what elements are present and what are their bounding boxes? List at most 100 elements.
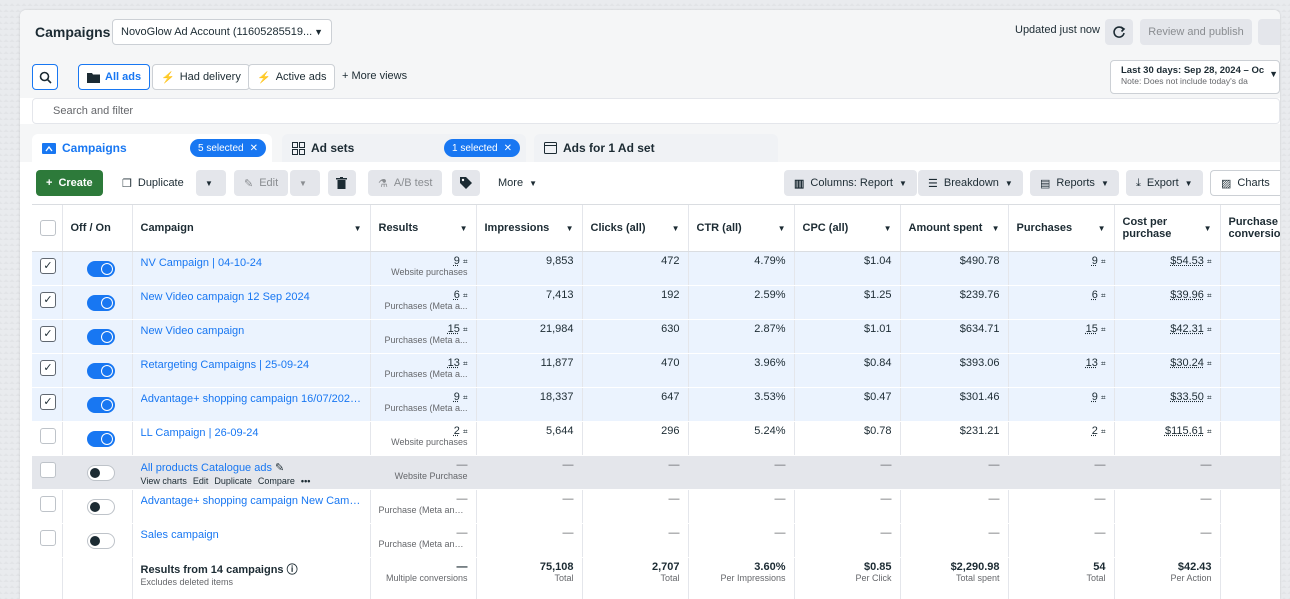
impressions-cell: 21,984 (476, 319, 583, 354)
campaign-toggle[interactable] (86, 430, 115, 447)
create-button[interactable]: + Create (36, 170, 103, 196)
date-range-picker[interactable]: Last 30 days: Sep 28, 2024 – Oc Note: Do… (1110, 60, 1280, 94)
tab-ad-sets[interactable]: Ad sets 1 selected ✕ (282, 134, 526, 162)
campaign-toggle[interactable] (86, 498, 115, 515)
amount-spent-value: $231.21 (959, 424, 1000, 437)
row-checkbox[interactable]: ✓ (40, 257, 56, 274)
campaign-name-link[interactable]: New Video campaign (141, 325, 362, 337)
tab-ads[interactable]: Ads for 1 Ad set (534, 134, 778, 162)
duplicate-link[interactable]: Duplicate (214, 476, 252, 486)
campaign-name-link[interactable]: Sales campaign (141, 529, 362, 541)
checkbox-cell: ✓ (32, 319, 63, 354)
table-row[interactable]: ✓ Advantage+ shopping campaign 16/07/2024… (32, 387, 1280, 422)
campaign-name-link[interactable]: Advantage+ shopping campaign 16/07/2024 … (141, 393, 362, 405)
duplicate-dropdown[interactable]: ▼ (196, 170, 226, 196)
col-ctr[interactable]: CTR (all) ▼ (688, 205, 795, 252)
charts-button[interactable]: ▨ Charts (1210, 170, 1280, 196)
col-purchase-conversion[interactable]: Purchase conversion (1220, 205, 1280, 252)
view-charts-link[interactable]: View charts (141, 476, 187, 486)
campaign-name-link[interactable]: Retargeting Campaigns | 25-09-24 (141, 359, 362, 371)
campaign-toggle[interactable] (86, 328, 115, 345)
col-amount-spent[interactable]: Amount spent ▼ (900, 205, 1009, 252)
totals-amount-value: $2,290.98 (950, 560, 1000, 573)
row-checkbox[interactable]: ✓ (40, 291, 56, 308)
table-row[interactable]: ✓ Retargeting Campaigns | 25-09-24 13 ⌗ Pur… (32, 353, 1280, 388)
ab-test-button[interactable]: ⚗ A/B test (368, 170, 443, 196)
col-clicks[interactable]: Clicks (all) ▼ (582, 205, 689, 252)
info-icon[interactable]: ⓘ (287, 564, 298, 576)
campaigns-selected-chip[interactable]: 5 selected ✕ (190, 139, 266, 157)
review-publish-button[interactable]: Review and publish (1140, 19, 1252, 45)
campaign-toggle[interactable] (86, 362, 115, 379)
table-row[interactable]: ✓ New Video campaign 15 ⌗ Purchases (Meta a… (32, 319, 1280, 354)
duplicate-button[interactable]: ❐ Duplicate (112, 170, 194, 196)
table-row[interactable]: ✓ NV Campaign | 04-10-24 9 ⌗ Website purcha… (32, 251, 1280, 286)
columns-button[interactable]: ▥ Columns: Report ▼ (784, 170, 917, 196)
tab-campaigns[interactable]: Campaigns 5 selected ✕ (32, 134, 272, 162)
col-cost-per-purchase[interactable]: Cost per purchase ▼ (1114, 205, 1221, 252)
table-row[interactable]: Sales campaign — Purchase (Meta and w... — —… (32, 523, 1280, 558)
account-selector[interactable]: NovoGlow Ad Account (11605285519... ▼ (112, 19, 332, 45)
col-cpc[interactable]: CPC (all) ▼ (794, 205, 901, 252)
row-checkbox[interactable] (40, 529, 56, 546)
edit-link[interactable]: Edit (193, 476, 209, 486)
view-had-delivery[interactable]: ⚡ Had delivery (152, 64, 250, 90)
view-all-ads[interactable]: All ads (78, 64, 151, 90)
results-type: Purchases (Meta a... (384, 402, 468, 413)
campaign-toggle[interactable] (86, 294, 115, 311)
row-checkbox[interactable]: ✓ (40, 393, 56, 410)
view-active-ads[interactable]: ⚡ Active ads (248, 64, 336, 90)
table-row[interactable]: ✓ New Video campaign 12 Sep 2024 6 ⌗ Purcha… (32, 285, 1280, 320)
reports-button[interactable]: ▤ Reports ▼ (1030, 170, 1119, 196)
date-range-label: Last 30 days: Sep 28, 2024 – Oc (1121, 65, 1265, 76)
campaign-toggle[interactable] (86, 396, 115, 413)
table-row[interactable]: All products Catalogue ads ✎ View charts E… (32, 455, 1280, 490)
edit-dropdown[interactable]: ▼ (290, 170, 320, 196)
search-filter-input[interactable]: Search and filter (32, 98, 1280, 124)
select-all-checkbox[interactable] (40, 219, 56, 236)
adsets-selected-chip[interactable]: 1 selected ✕ (444, 139, 520, 157)
clicks-value: 192 (661, 288, 680, 301)
close-icon[interactable]: ✕ (250, 143, 258, 154)
campaign-toggle[interactable] (86, 532, 115, 549)
results-cell: 15 ⌗ Purchases (Meta a... (370, 319, 477, 354)
impressions-value: — (562, 458, 574, 471)
campaign-name-link[interactable]: Advantage+ shopping campaign New Campaig… (141, 495, 362, 507)
export-button[interactable]: ⤓ Export ▼ (1126, 170, 1203, 196)
chart-icon: ▨ (1221, 177, 1232, 190)
campaign-name-link[interactable]: LL Campaign | 26-09-24 (141, 427, 362, 439)
row-checkbox[interactable]: ✓ (40, 325, 56, 342)
row-checkbox[interactable] (40, 495, 56, 512)
table-row[interactable]: Advantage+ shopping campaign New Campaig… (32, 489, 1280, 524)
col-impressions[interactable]: Impressions ▼ (476, 205, 583, 252)
edit-button[interactable]: ✎ Edit (234, 170, 289, 196)
col-purchases[interactable]: Purchases ▼ (1008, 205, 1115, 252)
breakdown-button[interactable]: ☰ Breakdown ▼ (918, 170, 1023, 196)
col-campaign[interactable]: Campaign ▼ (132, 205, 371, 252)
row-checkbox[interactable]: ✓ (40, 359, 56, 376)
more-button[interactable]: More ▼ (488, 170, 547, 196)
more-dots-icon[interactable]: ••• (301, 476, 310, 486)
cpc-value: $0.47 (863, 390, 892, 403)
campaign-name-link[interactable]: NV Campaign | 04-10-24 (141, 257, 362, 269)
campaign-name-link[interactable]: All products Catalogue ads ✎ (141, 461, 362, 474)
tab-ads-label: Ads for 1 Ad set (563, 141, 655, 155)
table-row[interactable]: LL Campaign | 26-09-24 2 ⌗ Website purchas… (32, 421, 1280, 456)
more-views-button[interactable]: + More views (342, 70, 407, 82)
purchases-cell: 6 ⌗ (1008, 285, 1115, 320)
delete-button[interactable] (328, 170, 356, 196)
duplicate-label: Duplicate (137, 177, 184, 189)
campaign-name-link[interactable]: New Video campaign 12 Sep 2024 (141, 291, 362, 303)
overflow-button[interactable] (1258, 19, 1280, 45)
campaign-toggle[interactable] (86, 464, 115, 481)
close-icon[interactable]: ✕ (504, 143, 512, 154)
pencil-icon[interactable]: ✎ (275, 462, 284, 474)
compare-link[interactable]: Compare (258, 476, 295, 486)
tag-button[interactable] (452, 170, 480, 196)
campaign-toggle[interactable] (86, 260, 115, 277)
row-checkbox[interactable] (40, 461, 56, 478)
refresh-button[interactable] (1105, 19, 1133, 45)
row-checkbox[interactable] (40, 427, 56, 444)
search-button[interactable] (32, 64, 58, 90)
col-results[interactable]: Results ▼ (370, 205, 477, 252)
